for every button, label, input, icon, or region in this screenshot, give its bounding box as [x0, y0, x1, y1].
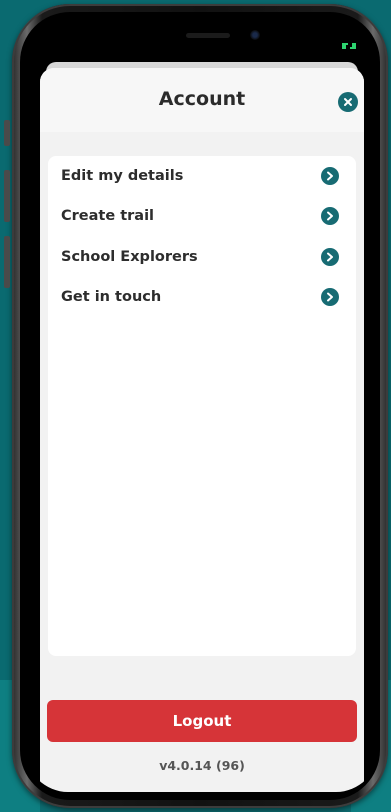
app-version: v4.0.14 (96)	[159, 758, 245, 773]
account-menu: Edit my details Create trail School Expl…	[48, 156, 356, 656]
menu-item-create-trail[interactable]: Create trail	[48, 196, 356, 236]
menu-item-label: Edit my details	[61, 168, 184, 184]
menu-item-label: Create trail	[61, 208, 155, 224]
close-icon	[344, 98, 352, 106]
menu-item-get-in-touch[interactable]: Get in touch	[48, 277, 356, 317]
chevron-right-icon	[321, 288, 339, 306]
account-sheet: Account Edit my details Create trail Sch…	[40, 68, 364, 792]
front-camera	[250, 30, 260, 40]
logout-label: Logout	[172, 712, 232, 730]
volume-down-button	[4, 236, 10, 288]
chevron-right-icon	[321, 167, 339, 185]
phone-screen: Account Edit my details Create trail Sch…	[26, 16, 378, 792]
menu-item-school-explorers[interactable]: School Explorers	[48, 237, 356, 277]
sheet-header: Account	[40, 68, 364, 132]
stage: Account Edit my details Create trail Sch…	[0, 0, 391, 812]
chevron-right-icon	[321, 207, 339, 225]
logout-button[interactable]: Logout	[47, 700, 357, 742]
menu-item-edit-my-details[interactable]: Edit my details	[48, 156, 356, 196]
page-title: Account	[158, 88, 246, 110]
menu-item-label: Get in touch	[61, 289, 162, 305]
close-button[interactable]	[338, 92, 358, 112]
menu-item-label: School Explorers	[61, 249, 198, 265]
speaker	[186, 33, 230, 38]
volume-up-button	[4, 170, 10, 222]
mute-switch	[4, 120, 10, 146]
chevron-right-icon	[321, 248, 339, 266]
battery-icon	[342, 42, 356, 50]
